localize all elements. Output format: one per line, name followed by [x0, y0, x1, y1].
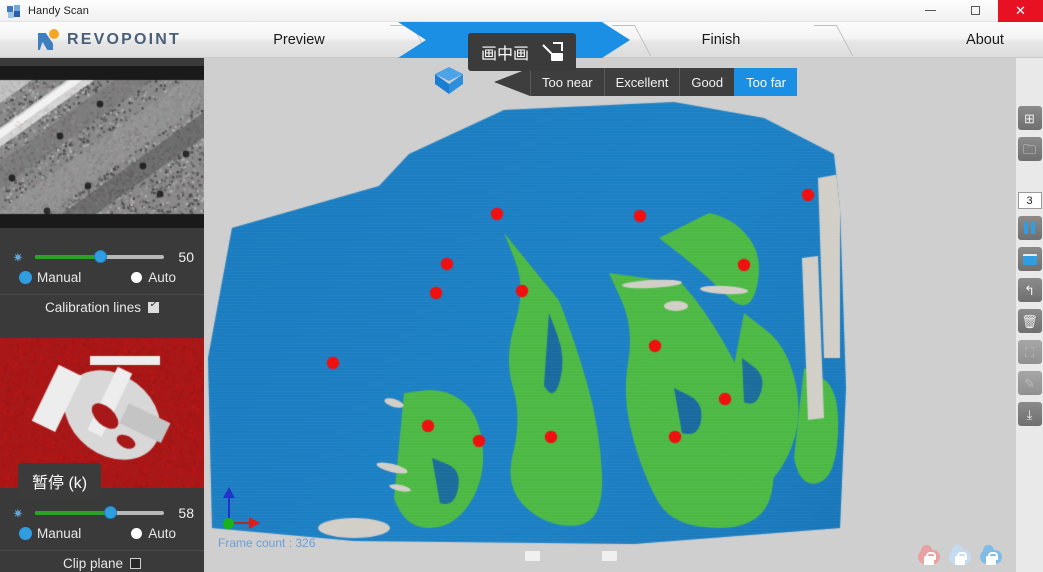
title-bar: Handy Scan ✕ [0, 0, 1043, 22]
radio-auto-label-bottom: Auto [148, 526, 176, 541]
radio-auto-bottom[interactable]: Auto [131, 526, 176, 541]
minimize-button[interactable] [908, 0, 953, 22]
distance-seg-too-far: Too far [734, 68, 797, 96]
paint-icon[interactable]: ✎ [1018, 371, 1042, 395]
radio-manual-dot-bottom [20, 528, 31, 539]
radio-auto-top[interactable]: Auto [131, 270, 176, 285]
distance-meter: Too near Excellent Good Too far [494, 68, 797, 96]
frame-count-text: Frame count : 326 [218, 536, 315, 550]
radio-manual-label-top: Manual [37, 270, 81, 285]
scan-mesh-canvas [204, 58, 1016, 572]
crop-icon[interactable]: ⛶ [1018, 340, 1042, 364]
privacy-icon-row [918, 544, 1002, 566]
maximize-icon [971, 6, 980, 15]
tab-preview[interactable]: Preview [238, 22, 360, 58]
right-toolbar: ⊞ 🗀 3 ↰ 🗑 ⛶ ✎ ⤓ [1016, 58, 1043, 572]
scan-viewport[interactable]: Too near Excellent Good Too far Frame co… [204, 58, 1016, 572]
tab-about[interactable]: About [935, 22, 1035, 58]
viewport-handle-left[interactable] [525, 551, 540, 561]
maximize-button[interactable] [953, 0, 998, 22]
clip-plane-checkbox[interactable] [130, 558, 141, 569]
app-root: Handy Scan ✕ REVOPOINT Preview Finish Ab… [0, 0, 1043, 572]
save-icon[interactable] [1018, 247, 1042, 271]
calibration-lines-label: Calibration lines [45, 300, 141, 315]
brightness-slider-row-bottom: ✷ 58 [0, 500, 204, 526]
clip-plane-label: Clip plane [63, 556, 123, 571]
radio-manual-top[interactable]: Manual [20, 270, 81, 285]
delete-icon[interactable]: 🗑 [1018, 309, 1042, 333]
radio-manual-dot-top [20, 272, 31, 283]
distance-seg-good: Good [679, 68, 734, 96]
radio-manual-label-bottom: Manual [37, 526, 81, 541]
ir-camera-canvas [0, 66, 204, 228]
brightness-icon: ✷ [7, 507, 29, 520]
new-project-icon[interactable]: ⊞ [1018, 106, 1042, 130]
mode-radio-row-bottom: Manual Auto [0, 526, 204, 541]
cloud-lock-red-icon[interactable] [918, 544, 940, 566]
mode-radio-row-top: Manual Auto [0, 270, 204, 285]
ir-camera-preview[interactable] [0, 66, 204, 228]
brand-logo: REVOPOINT [36, 28, 181, 52]
tooltip-pip-label: 画中画 [481, 40, 529, 64]
calibration-lines-checkbox[interactable] [148, 302, 159, 313]
radio-auto-dot-bottom [131, 528, 142, 539]
window-title: Handy Scan [28, 5, 89, 17]
frame-counter: 3 [1018, 192, 1042, 209]
radio-manual-bottom[interactable]: Manual [20, 526, 81, 541]
radio-auto-label-top: Auto [148, 270, 176, 285]
brightness-slider-top[interactable] [35, 255, 164, 259]
brand-name: REVOPOINT [67, 31, 181, 49]
nav-chevron-3 [822, 22, 852, 58]
brightness-control-top: ✷ 50 Manual Auto Calibration lines [0, 238, 204, 326]
pause-icon[interactable] [1018, 216, 1042, 240]
app-icon [6, 4, 22, 18]
open-folder-icon[interactable]: 🗀 [1018, 137, 1042, 161]
distance-seg-too-near: Too near [530, 68, 604, 96]
revopoint-mark-icon [36, 28, 60, 52]
cloud-lock-blue-icon[interactable] [949, 544, 971, 566]
brightness-value-bottom: 58 [170, 505, 204, 521]
tab-finish[interactable]: Finish [660, 22, 782, 58]
clip-plane-row[interactable]: Clip plane [0, 550, 204, 571]
undo-icon[interactable]: ↰ [1018, 278, 1042, 302]
picture-in-picture-icon [541, 42, 563, 62]
view-cube-gizmo[interactable] [432, 66, 466, 100]
close-icon: ✕ [1015, 4, 1026, 17]
tooltip-picture-in-picture: 画中画 [468, 33, 576, 71]
viewport-handle-right[interactable] [602, 551, 617, 561]
distance-arrow-icon [494, 68, 530, 96]
distance-seg-excellent: Excellent [604, 68, 680, 96]
brightness-icon: ✷ [7, 251, 29, 264]
radio-auto-dot-top [131, 272, 142, 283]
brightness-slider-bottom[interactable] [35, 511, 164, 515]
brightness-value-top: 50 [170, 249, 204, 265]
brightness-slider-row-top: ✷ 50 [0, 244, 204, 270]
minimize-icon [925, 10, 936, 11]
tooltip-pause: 暂停 (k) [18, 463, 101, 499]
calibration-lines-row[interactable]: Calibration lines [0, 294, 204, 315]
brightness-control-bottom: ✷ 58 Manual Auto Clip plane [0, 494, 204, 572]
xyz-axis-gizmo [218, 482, 270, 534]
close-button[interactable]: ✕ [998, 0, 1043, 22]
tooltip-pause-label: 暂停 (k) [32, 469, 87, 493]
download-icon[interactable]: ⤓ [1018, 402, 1042, 426]
cloud-lock-solid-icon[interactable] [980, 544, 1002, 566]
